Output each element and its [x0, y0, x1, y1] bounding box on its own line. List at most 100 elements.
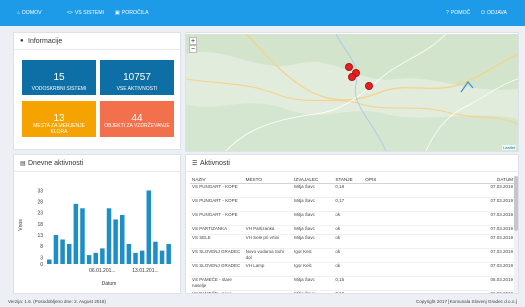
table-cell: Mitja Šavc — [292, 275, 334, 291]
table-cell: 07.03.2019 — [458, 197, 515, 212]
bar[interactable] — [146, 190, 152, 264]
table-cell: VS PAMEČE - stare naselje — [190, 275, 244, 291]
bar[interactable] — [60, 239, 65, 264]
bar[interactable] — [93, 252, 98, 264]
bar[interactable] — [106, 208, 112, 264]
table-scrollbar-thumb[interactable] — [514, 176, 518, 231]
table-cell — [363, 233, 459, 249]
tile-maintenance-objects-label: OBJEKTI ZA VZDRŽEVANJE — [104, 123, 170, 129]
tile-water-systems[interactable]: 15 VODOSKRBNI SISTEMI — [22, 60, 96, 95]
bar[interactable] — [47, 259, 52, 264]
table-cell: VS SLOVENJ GRADEC — [190, 261, 244, 277]
column-header[interactable]: STANJE — [333, 176, 364, 184]
help-icon: ? — [446, 10, 449, 16]
bar[interactable] — [120, 214, 125, 264]
table-cell: 06.03.2019 — [458, 275, 515, 291]
daily-activities-chart: 03 8 13 18 23 28 33 Vnos 06.01.201... 13.01.201..… — [18, 188, 171, 287]
code-icon: <> — [67, 10, 73, 16]
nav-logout-label: ODJAVA — [486, 10, 507, 16]
tile-chlorine-points[interactable]: 13 MESTA ZA MERJENJE KLORA — [22, 101, 96, 137]
tile-maintenance-objects[interactable]: 44 OBJEKTI ZA VZDRŽEVANJE — [100, 101, 174, 137]
table-cell: VS SELE — [190, 233, 244, 249]
bar[interactable] — [100, 248, 105, 264]
table-row[interactable]: VS PUNGART - KOPE Mitja Šavc 0,18 07.03.201… — [190, 183, 515, 198]
zoom-out-button[interactable]: − — [189, 45, 197, 53]
table-cell: 07.03.2019 — [458, 247, 515, 263]
bar[interactable] — [126, 243, 132, 264]
tile-water-systems-count: 15 — [53, 72, 65, 83]
x-axis-label: Datum — [102, 281, 117, 287]
table-row[interactable]: VS SLOVENJ GRADEC VH Lamp Igor Kelc ok 07.03… — [190, 261, 515, 277]
y-tick-label: 23 — [37, 211, 43, 217]
bar[interactable] — [166, 243, 171, 264]
table-cell: Igor Kelc — [292, 261, 334, 277]
activities-title: Aktivnosti — [200, 159, 230, 167]
briefcase-icon: ▣ — [115, 10, 120, 16]
map-attribution[interactable]: Leaflet — [501, 145, 516, 150]
table-cell: VS PUNGART - KOPE — [190, 197, 244, 212]
table-row[interactable]: VS PUNGART - KOPE Mitja Šavc 0,17 07.03.201… — [190, 197, 515, 212]
zoom-in-button[interactable]: + — [189, 37, 197, 45]
calendar-icon: ▤ — [20, 161, 26, 167]
y-tick-label: 8 — [40, 244, 43, 250]
nav-home-link[interactable]: ⌂ DOMOV — [17, 9, 42, 17]
nav-vs-sistemi-link[interactable]: <> VS SISTEMI — [67, 9, 104, 17]
table-row[interactable]: VS PAMEČE - stare naselje Mitja Šavc 0,15 0… — [190, 275, 515, 291]
bar[interactable] — [159, 250, 165, 264]
bar[interactable] — [73, 203, 79, 264]
y-tick-label: 0 — [40, 262, 43, 268]
table-cell: 07.03.2019 — [458, 261, 515, 277]
map-marker[interactable] — [365, 82, 373, 90]
table-cell: ok — [333, 261, 364, 277]
nav-help-link[interactable]: ? POMOČ — [446, 9, 470, 17]
table-cell — [363, 261, 459, 277]
table-cell: Mitja Šavc — [292, 211, 334, 226]
column-header[interactable]: OPIS — [363, 176, 459, 184]
activities-table-viewport[interactable]: NAZIV MESTO IZVAJALEC STANJE OPIS DATUM … — [185, 170, 519, 293]
column-header[interactable]: DATUM — [458, 176, 515, 184]
table-cell — [243, 211, 293, 226]
x-tick-label: 13.01.201... — [132, 268, 158, 274]
table-cell — [243, 275, 293, 291]
footer-copyright: Copyright 2017 [Komunala Slovenj Gradec … — [415, 299, 517, 304]
table-row[interactable]: VS PUNGART - KOPE Mitja Šavc ok 07.03.2019 — [190, 211, 515, 226]
table-cell: ok — [333, 225, 364, 235]
column-header[interactable]: MESTO — [243, 176, 293, 184]
table-cell: 0,18 — [333, 183, 364, 198]
bar[interactable] — [113, 219, 118, 264]
table-cell — [243, 289, 293, 293]
table-cell: VH Lamp — [243, 261, 293, 277]
y-tick-label: 13 — [37, 233, 43, 239]
table-header-row: NAZIV MESTO IZVAJALEC STANJE OPIS DATUM — [190, 176, 515, 184]
activities-table: NAZIV MESTO IZVAJALEC STANJE OPIS DATUM … — [190, 176, 515, 293]
bar[interactable] — [139, 250, 145, 264]
table-row[interactable]: VS PAMEČE - novo naselje Mitja Šavc0,12 06… — [190, 289, 515, 293]
table-cell: VS SLOVENJ GRADEC — [190, 247, 244, 263]
column-header[interactable]: IZVAJALEC — [292, 176, 334, 184]
nav-logout-link[interactable]: ⏻ ODJAVA — [481, 9, 507, 17]
column-header[interactable]: NAZIV — [190, 176, 244, 184]
bar[interactable] — [53, 235, 59, 264]
tile-all-activities[interactable]: 10757 VSE AKTIVNOSTI — [100, 60, 174, 95]
bar[interactable] — [133, 252, 138, 264]
nav-porocila-link[interactable]: ▣ POROČILA — [115, 9, 149, 17]
nav-vs-sistemi-label: VS SISTEMI — [74, 10, 104, 16]
table-cell: Igor Kelc — [292, 247, 334, 263]
list-icon: ☰ — [192, 161, 198, 167]
logout-icon: ⏻ — [481, 10, 485, 16]
map-view[interactable]: + − Leaflet — [186, 34, 518, 151]
table-cell — [363, 197, 459, 212]
table-cell — [363, 289, 459, 293]
tile-all-activities-label: VSE AKTIVNOSTI — [116, 86, 158, 92]
bar[interactable] — [86, 255, 92, 264]
table-cell: 07.03.2019 — [458, 225, 515, 235]
bar[interactable] — [80, 208, 85, 264]
table-row[interactable]: VS PARTIZANKA VH Partizanka Mitja Šavc ok 07… — [190, 225, 515, 235]
bar[interactable] — [66, 243, 72, 264]
map-marker[interactable] — [348, 73, 356, 81]
bar[interactable] — [153, 241, 158, 264]
table-row[interactable]: VS SELE VH Sele pri vrtini Mitja Šavc ok 07.… — [190, 233, 515, 249]
table-scrollbar[interactable] — [514, 176, 518, 293]
table-row[interactable]: VS SLOVENJ GRADEC Novo vodarna Suhi dol Ig… — [190, 247, 515, 263]
table-cell: Novo vodarna Suhi dol — [243, 247, 293, 263]
